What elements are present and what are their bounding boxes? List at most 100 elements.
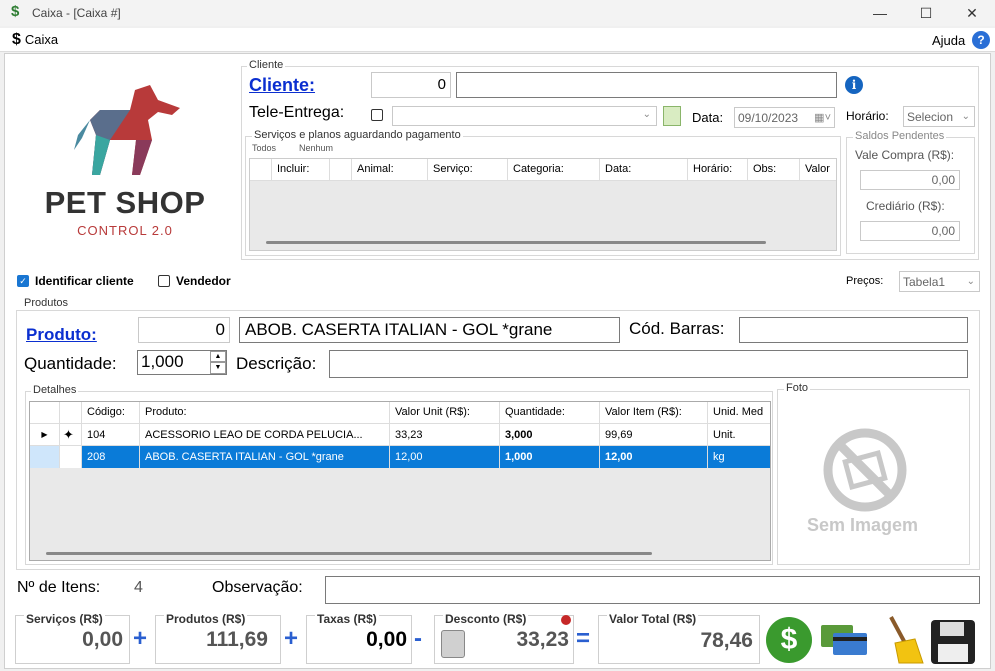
col-incluir[interactable]: Incluir: xyxy=(272,159,330,180)
grid-header-indicator xyxy=(250,159,272,180)
vale-compra-label: Vale Compra (R$): xyxy=(855,148,955,162)
cell-quantidade: 3,000 xyxy=(500,424,600,445)
logo-subtitle: CONTROL 2.0 xyxy=(77,223,173,238)
col-valor-unit[interactable]: Valor Unit (R$): xyxy=(390,402,500,423)
produto-code-input[interactable]: 0 xyxy=(138,317,230,343)
servicos-group-label: Serviços e planos aguardando pagamento xyxy=(252,129,463,141)
itens-label: Nº de Itens: xyxy=(17,579,101,596)
vendedor-checkbox[interactable] xyxy=(158,275,170,287)
col-animal[interactable]: Animal: xyxy=(352,159,428,180)
floppy-save-button[interactable] xyxy=(931,620,975,664)
cell-valor-unit: 33,23 xyxy=(390,424,500,445)
col-quantidade[interactable]: Quantidade: xyxy=(500,402,600,423)
cliente-link[interactable]: Cliente: xyxy=(249,75,315,96)
stepper-down-icon[interactable]: ▼ xyxy=(210,362,226,374)
col-produto[interactable]: Produto: xyxy=(140,402,390,423)
cliente-group-label: Cliente xyxy=(247,59,286,71)
minimize-button[interactable]: — xyxy=(857,0,903,26)
produtos-total-value: 111,69 xyxy=(206,628,268,651)
detalhes-scrollbar[interactable] xyxy=(46,552,652,555)
sem-imagem-label: Sem Imagem xyxy=(807,515,919,535)
servicos-total-box: Serviços (R$) 0,00 xyxy=(15,612,130,664)
col-icon xyxy=(60,402,82,423)
table-row[interactable]: ▶ ✦ 104 ACESSORIO LEAO DE CORDA PELUCIA.… xyxy=(30,424,770,446)
taxas-total-value: 0,00 xyxy=(366,628,407,651)
data-value: 09/10/2023 xyxy=(738,111,799,125)
horario-select[interactable]: Selecion ⌄ xyxy=(903,106,975,127)
pay-money-button[interactable]: $ xyxy=(766,617,812,663)
chevron-down-icon: ⌄ xyxy=(966,276,975,287)
quantidade-stepper[interactable]: 1,000 ▲ ▼ xyxy=(137,350,227,375)
row-pointer-icon: ▶ xyxy=(30,424,60,445)
data-input[interactable]: 09/10/2023 ▦˅ xyxy=(734,107,835,128)
tele-entrega-select[interactable]: ⌄ xyxy=(392,106,657,126)
valor-total-box: Valor Total (R$) 78,46 xyxy=(598,612,760,664)
menu-ajuda[interactable]: Ajuda xyxy=(932,33,965,48)
menu-bar: $ Caixa Ajuda ? xyxy=(0,28,995,52)
info-icon[interactable]: i xyxy=(845,76,863,94)
servicos-scrollbar[interactable] xyxy=(266,241,766,244)
table-row[interactable]: 208 ABOB. CASERTA ITALIAN - GOL *grane 1… xyxy=(30,446,770,468)
col-unid[interactable]: Unid. Med xyxy=(708,402,770,423)
col-codigo[interactable]: Código: xyxy=(82,402,140,423)
cards-payment-button[interactable] xyxy=(819,621,871,659)
col-obs[interactable]: Obs: xyxy=(748,159,800,180)
title-bar: $ Caixa - [Caixa #] — ☐ ✕ xyxy=(0,0,995,26)
produtos-group-label: Produtos xyxy=(22,297,71,309)
map-icon[interactable] xyxy=(663,106,681,126)
vale-compra-value: 0,00 xyxy=(860,170,960,190)
cell-valor-unit: 12,00 xyxy=(390,446,500,468)
tele-entrega-label: Tele-Entrega: xyxy=(249,104,345,121)
floppy-label-icon xyxy=(940,622,964,636)
menu-caixa-label: Caixa xyxy=(24,32,59,47)
nenhum-link[interactable]: Nenhum xyxy=(299,143,333,153)
cod-barras-input[interactable] xyxy=(739,317,968,343)
identificar-checkbox[interactable]: ✓ xyxy=(17,275,29,287)
cell-codigo: 208 xyxy=(82,446,140,468)
broom-clear-button[interactable] xyxy=(881,615,925,665)
menu-caixa[interactable]: $ Caixa xyxy=(12,31,58,49)
cell-codigo: 104 xyxy=(82,424,140,445)
maximize-button[interactable]: ☐ xyxy=(903,0,949,26)
tag-icon: ✦ xyxy=(60,424,82,445)
desconto-total-box[interactable]: Desconto (R$) 33,23 xyxy=(434,612,574,664)
col-data[interactable]: Data: xyxy=(600,159,688,180)
col-blank xyxy=(330,159,352,180)
cliente-name-input[interactable] xyxy=(456,72,837,98)
tele-entrega-checkbox[interactable] xyxy=(371,109,383,121)
servicos-grid-header: Incluir: Animal: Serviço: Categoria: Dat… xyxy=(250,159,836,181)
observacao-input[interactable] xyxy=(325,576,980,604)
horario-label: Horário: xyxy=(846,109,889,123)
descricao-input[interactable] xyxy=(329,350,968,378)
alert-icon xyxy=(561,615,571,625)
cell-produto: ACESSORIO LEAO DE CORDA PELUCIA... xyxy=(140,424,390,445)
dog-logo-icon xyxy=(74,85,180,175)
help-icon[interactable]: ? xyxy=(972,31,990,49)
col-horario[interactable]: Horário: xyxy=(688,159,748,180)
chevron-down-icon: ⌄ xyxy=(642,109,651,120)
col-categoria[interactable]: Categoria: xyxy=(508,159,600,180)
produto-link[interactable]: Produto: xyxy=(26,325,97,345)
detalhes-grid-header: Código: Produto: Valor Unit (R$): Quanti… xyxy=(30,402,770,424)
col-valor[interactable]: Valor xyxy=(800,159,838,180)
valor-total-label: Valor Total (R$) xyxy=(607,612,699,626)
dollar-app-icon: $ xyxy=(11,3,20,20)
servicos-grid[interactable]: Incluir: Animal: Serviço: Categoria: Dat… xyxy=(249,158,837,251)
stepper-up-icon[interactable]: ▲ xyxy=(210,351,226,362)
cliente-code-input[interactable]: 0 xyxy=(371,72,451,98)
saldos-group-label: Saldos Pendentes xyxy=(853,130,947,142)
detalhes-grid[interactable]: Código: Produto: Valor Unit (R$): Quanti… xyxy=(29,401,771,561)
observacao-label: Observação: xyxy=(212,579,303,596)
todos-link[interactable]: Todos xyxy=(252,143,276,153)
chevron-down-icon: ⌄ xyxy=(961,111,970,122)
produto-name-input[interactable]: ABOB. CASERTA ITALIAN - GOL *grane xyxy=(239,317,620,343)
close-button[interactable]: ✕ xyxy=(949,0,995,26)
cell-unid: kg xyxy=(713,451,725,463)
taxas-total-box[interactable]: Taxas (R$) 0,00 xyxy=(306,612,412,664)
precos-select[interactable]: Tabela1 ⌄ xyxy=(899,271,980,292)
calculator-icon[interactable] xyxy=(441,630,465,658)
descricao-label: Descrição: xyxy=(236,354,317,373)
calendar-icon[interactable]: ▦˅ xyxy=(814,108,831,128)
col-valor-item[interactable]: Valor Item (R$): xyxy=(600,402,708,423)
col-servico[interactable]: Serviço: xyxy=(428,159,508,180)
